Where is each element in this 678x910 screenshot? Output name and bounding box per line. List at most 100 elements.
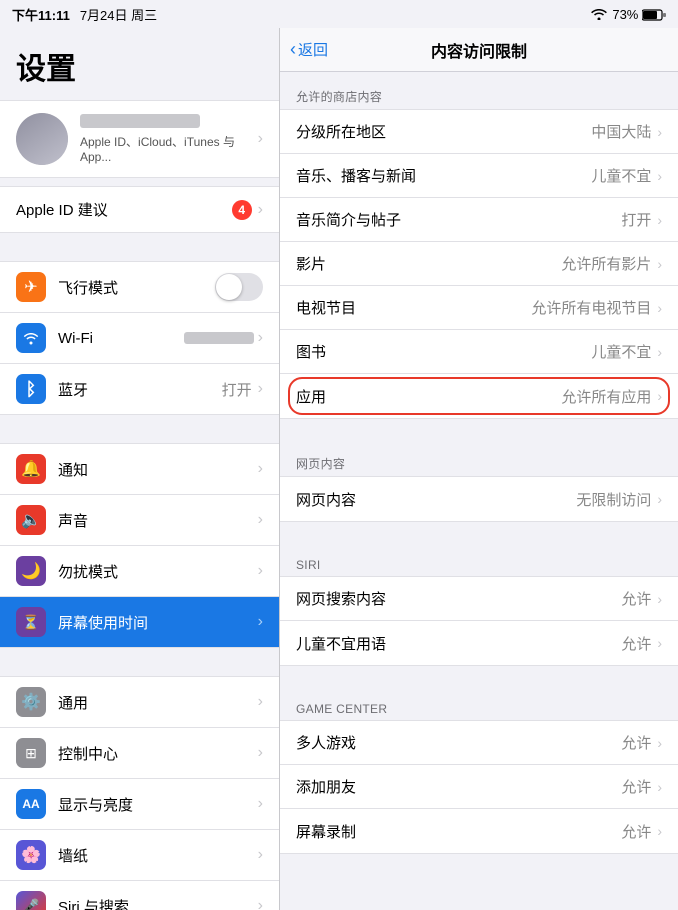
- controlcenter-chevron: ›: [258, 744, 263, 762]
- content-group-web: 网页内容 无限制访问 ›: [280, 476, 678, 522]
- content-row-musicprofile[interactable]: 音乐简介与帖子 打开 ›: [280, 198, 678, 242]
- multiplayer-chevron: ›: [657, 735, 662, 751]
- tv-value: 允许所有电视节目: [531, 297, 651, 318]
- region-value: 中国大陆: [591, 121, 651, 142]
- musicprofile-label: 音乐简介与帖子: [296, 209, 621, 230]
- content-row-webcontent[interactable]: 网页内容 无限制访问 ›: [280, 477, 678, 521]
- sidebar-item-airplane[interactable]: ✈ 飞行模式: [0, 262, 279, 313]
- tv-chevron: ›: [657, 300, 662, 316]
- screenrecord-chevron: ›: [657, 823, 662, 839]
- movies-label: 影片: [296, 253, 561, 274]
- wifi-setting-icon: [16, 323, 46, 353]
- display-chevron: ›: [258, 795, 263, 813]
- sidebar-item-siri[interactable]: 🎤 Siri 与搜索 ›: [0, 881, 279, 910]
- sidebar-item-controlcenter[interactable]: ⊞ 控制中心 ›: [0, 728, 279, 779]
- wifi-icon: [591, 8, 607, 20]
- section-header-web: 网页内容: [280, 447, 678, 476]
- controlcenter-icon: ⊞: [16, 738, 46, 768]
- suggestion-row[interactable]: Apple ID 建议 4 ›: [0, 186, 279, 233]
- dnd-icon: 🌙: [16, 556, 46, 586]
- time: 下午11:11: [12, 5, 70, 24]
- content-row-movies[interactable]: 影片 允许所有影片 ›: [280, 242, 678, 286]
- content-row-apps[interactable]: 应用 允许所有应用 ›: [280, 374, 678, 418]
- suggestion-chevron: ›: [258, 201, 263, 219]
- airplane-icon: ✈: [16, 272, 46, 302]
- books-value: 儿童不宜: [591, 341, 651, 362]
- sirisearch-chevron: ›: [657, 591, 662, 607]
- general-chevron: ›: [258, 693, 263, 711]
- sidebar-item-display[interactable]: AA 显示与亮度 ›: [0, 779, 279, 830]
- sidebar-item-sound[interactable]: 🔈 声音 ›: [0, 495, 279, 546]
- bluetooth-chevron: ›: [258, 380, 263, 398]
- settings-group-connectivity: ✈ 飞行模式 Wi-Fi › ᛒ 蓝牙 打开 ›: [0, 261, 279, 415]
- music-chevron: ›: [657, 168, 662, 184]
- content-row-tv[interactable]: 电视节目 允许所有电视节目 ›: [280, 286, 678, 330]
- profile-sub: Apple ID、iCloud、iTunes 与 App...: [80, 133, 258, 164]
- date: 7月24日 周三: [80, 5, 157, 24]
- notification-chevron: ›: [258, 460, 263, 478]
- sound-label: 声音: [58, 510, 258, 531]
- wallpaper-label: 墙纸: [58, 845, 258, 866]
- sidebar-item-dnd[interactable]: 🌙 勿扰模式 ›: [0, 546, 279, 597]
- movies-chevron: ›: [657, 256, 662, 272]
- general-label: 通用: [58, 692, 258, 713]
- battery-icon: [642, 9, 666, 21]
- sirisearch-value: 允许: [621, 588, 651, 609]
- content-group-store: 分级所在地区 中国大陆 › 音乐、播客与新闻 儿童不宜 › 音乐简介与帖子 打开…: [280, 109, 678, 419]
- content-row-screenrecord[interactable]: 屏幕录制 允许 ›: [280, 809, 678, 853]
- notification-label: 通知: [58, 459, 258, 480]
- content-row-explicit[interactable]: 儿童不宜用语 允许 ›: [280, 621, 678, 665]
- battery-status: 73%: [612, 7, 666, 22]
- content-group-siri: 网页搜索内容 允许 › 儿童不宜用语 允许 ›: [280, 576, 678, 666]
- content-row-region[interactable]: 分级所在地区 中国大陆 ›: [280, 110, 678, 154]
- webcontent-value: 无限制访问: [576, 489, 651, 510]
- sidebar-item-notification[interactable]: 🔔 通知 ›: [0, 444, 279, 495]
- multiplayer-label: 多人游戏: [296, 732, 621, 753]
- wifi-chevron: ›: [258, 329, 263, 347]
- explicit-label: 儿童不宜用语: [296, 633, 621, 654]
- addfriend-value: 允许: [621, 776, 651, 797]
- dnd-label: 勿扰模式: [58, 561, 258, 582]
- profile-info: Apple ID、iCloud、iTunes 与 App...: [80, 114, 258, 164]
- books-label: 图书: [296, 341, 591, 362]
- suggestion-badge: 4: [232, 200, 252, 220]
- apps-value: 允许所有应用: [561, 386, 651, 407]
- multiplayer-value: 允许: [621, 732, 651, 753]
- sidebar-item-wallpaper[interactable]: 🌸 墙纸 ›: [0, 830, 279, 881]
- sidebar-item-general[interactable]: ⚙️ 通用 ›: [0, 677, 279, 728]
- profile-chevron: ›: [258, 130, 263, 148]
- section-header-siri: SIRI: [280, 550, 678, 576]
- sidebar-item-bluetooth[interactable]: ᛒ 蓝牙 打开 ›: [0, 364, 279, 414]
- general-icon: ⚙️: [16, 687, 46, 717]
- apps-label: 应用: [296, 386, 561, 407]
- webcontent-chevron: ›: [657, 491, 662, 507]
- content-scroll: 允许的商店内容 分级所在地区 中国大陆 › 音乐、播客与新闻 儿童不宜 › 音乐…: [280, 72, 678, 910]
- musicprofile-chevron: ›: [657, 212, 662, 228]
- wallpaper-chevron: ›: [258, 846, 263, 864]
- screenrecord-value: 允许: [621, 821, 651, 842]
- suggestion-label: Apple ID 建议: [16, 199, 232, 220]
- screenrecord-label: 屏幕录制: [296, 821, 621, 842]
- explicit-chevron: ›: [657, 635, 662, 651]
- airplane-label: 飞行模式: [58, 277, 215, 298]
- addfriend-label: 添加朋友: [296, 776, 621, 797]
- sidebar-item-wifi[interactable]: Wi-Fi ›: [0, 313, 279, 364]
- controlcenter-label: 控制中心: [58, 743, 258, 764]
- content-row-addfriend[interactable]: 添加朋友 允许 ›: [280, 765, 678, 809]
- content-row-music[interactable]: 音乐、播客与新闻 儿童不宜 ›: [280, 154, 678, 198]
- sidebar: 设置 Apple ID、iCloud、iTunes 与 App... › App…: [0, 28, 280, 910]
- airplane-toggle[interactable]: [215, 273, 263, 301]
- content-row-books[interactable]: 图书 儿童不宜 ›: [280, 330, 678, 374]
- content-row-multiplayer[interactable]: 多人游戏 允许 ›: [280, 721, 678, 765]
- content-row-sirisearch[interactable]: 网页搜索内容 允许 ›: [280, 577, 678, 621]
- nav-back-label: 返回: [298, 39, 328, 60]
- nav-back-button[interactable]: ‹ 返回: [290, 39, 328, 60]
- siri-chevron: ›: [258, 897, 263, 910]
- sidebar-item-screentime[interactable]: ⏳ 屏幕使用时间 ›: [0, 597, 279, 647]
- music-value: 儿童不宜: [591, 165, 651, 186]
- musicprofile-value: 打开: [621, 209, 651, 230]
- status-left: 下午11:11 7月24日 周三: [12, 5, 157, 24]
- dnd-chevron: ›: [258, 562, 263, 580]
- bluetooth-icon: ᛒ: [16, 374, 46, 404]
- profile-row[interactable]: Apple ID、iCloud、iTunes 与 App... ›: [0, 100, 279, 178]
